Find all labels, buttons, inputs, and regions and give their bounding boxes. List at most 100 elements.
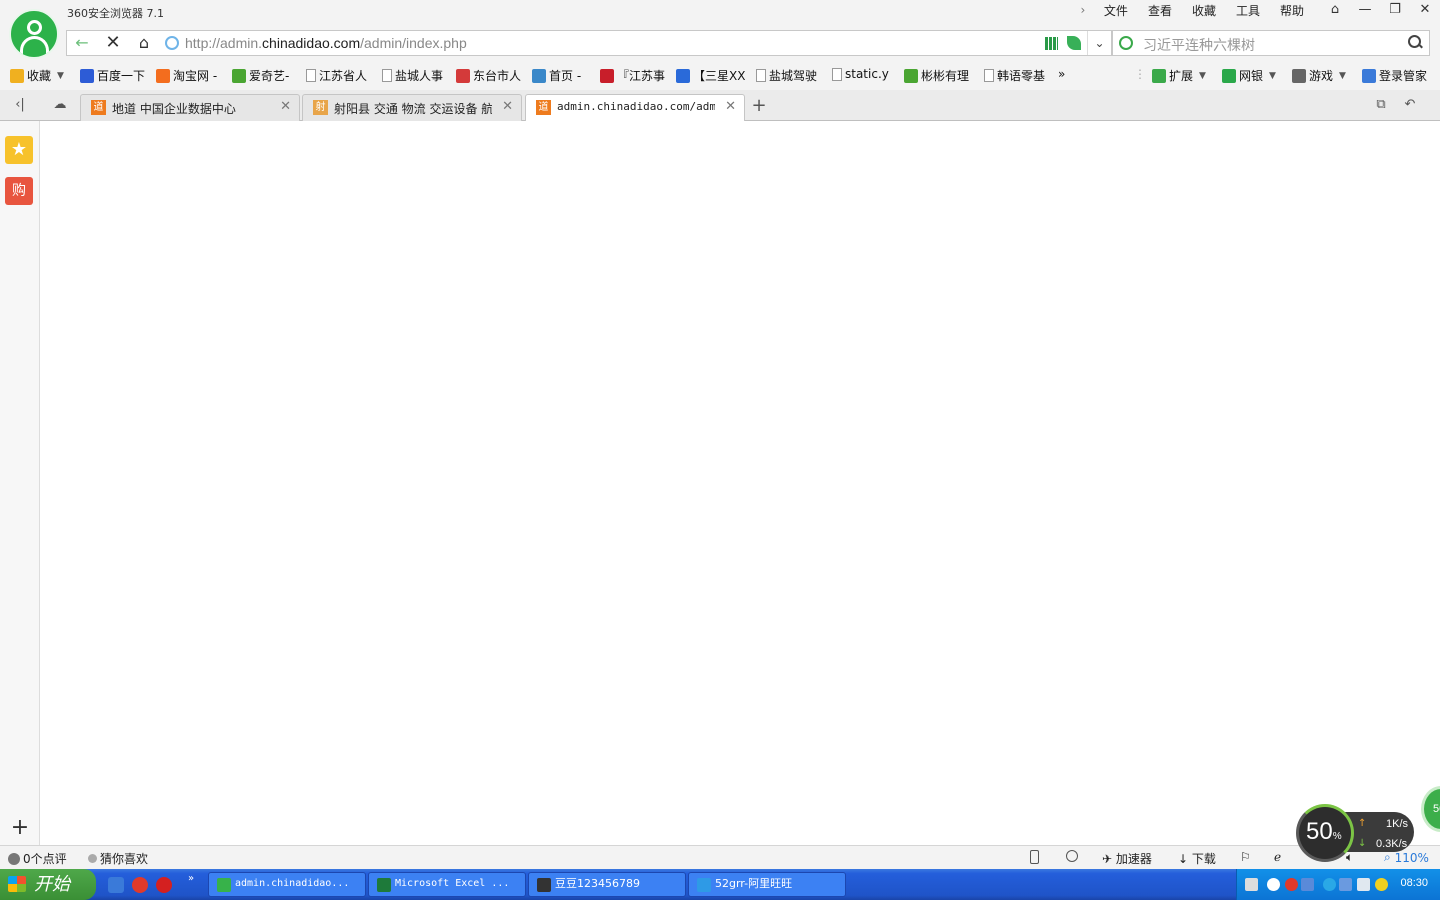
bookmark-item[interactable]: 盐城驾驶 <box>756 67 817 84</box>
iqiyi-icon <box>232 68 246 83</box>
security-tray-icon[interactable] <box>1375 878 1388 891</box>
bookmark-item[interactable]: 东台市人 <box>456 67 521 84</box>
menu-file[interactable]: 文件 <box>1094 3 1138 19</box>
favorites-star-icon[interactable]: ★ <box>5 136 33 164</box>
ie-quicklaunch-icon[interactable] <box>108 877 124 893</box>
flash-quicklaunch-icon[interactable] <box>156 877 172 893</box>
task-app-icon <box>377 878 391 892</box>
tab-favicon: 射 <box>313 100 328 115</box>
url-dropdown-button[interactable]: ⌄ <box>1087 31 1111 55</box>
back-arrow-icon[interactable]: ← <box>67 31 97 55</box>
bookmark-item[interactable]: 爱奇艺- <box>232 67 289 84</box>
caret-down-icon[interactable]: ▼ <box>1199 71 1206 81</box>
system-tray: 08:30 <box>1236 869 1440 900</box>
more-bookmarks-icon[interactable]: » <box>1058 67 1065 81</box>
user-avatar[interactable] <box>9 9 59 59</box>
qr-code-icon[interactable] <box>1045 37 1058 50</box>
search-box: 习近平连种六棵树 <box>1112 30 1430 56</box>
task-app-icon <box>537 878 551 892</box>
undo-close-tab-icon[interactable]: ↶ <box>1400 96 1420 114</box>
cloud-tabs-icon[interactable]: ☁ <box>50 96 70 114</box>
keyboard-icon[interactable] <box>1245 878 1258 891</box>
caret-down-icon[interactable]: ▼ <box>1339 71 1346 81</box>
qq-tray-icon[interactable] <box>1285 878 1298 891</box>
speedup-icon[interactable] <box>1066 850 1082 862</box>
taskmgr-tray-icon[interactable] <box>1357 878 1370 891</box>
tab-close-icon[interactable]: ✕ <box>725 99 736 114</box>
bookmark-item[interactable]: 韩语零基 <box>984 67 1045 84</box>
guess-item[interactable]: 猜你喜欢 <box>88 850 148 867</box>
taskbar-task[interactable]: admin.chinadidao... <box>208 872 366 897</box>
tab-title: 射阳县 交通 物流 交运设备 航 <box>334 102 492 116</box>
tab-close-icon[interactable]: ✕ <box>502 99 513 114</box>
ie-icon[interactable]: ℯ <box>1274 850 1281 864</box>
comments-item[interactable]: 0个点评 <box>8 850 67 867</box>
tray-expand-icon[interactable] <box>1267 878 1280 891</box>
flag-icon[interactable]: ⚐ <box>1240 850 1251 864</box>
menu-view[interactable]: 查看 <box>1138 3 1182 19</box>
bookmark-item[interactable]: 【三星XX <box>676 67 745 84</box>
minimize-button[interactable]: — <box>1350 0 1380 22</box>
url-input[interactable]: http://admin.chinadidao.com/admin/index.… <box>185 35 467 51</box>
taskbar-task[interactable]: 52grr-阿里旺旺 <box>688 872 846 897</box>
taskbar-task[interactable]: 豆豆123456789 <box>528 872 686 897</box>
skin-shirt-icon[interactable]: ⌂ <box>1320 0 1350 22</box>
caret-down-icon[interactable]: ▼ <box>1269 71 1276 81</box>
compat-mode-leaf-icon[interactable] <box>1067 36 1081 50</box>
display-tray-icon[interactable] <box>1339 878 1352 891</box>
tab-close-icon[interactable]: ✕ <box>280 99 291 114</box>
task-app-icon <box>697 878 711 892</box>
network-speed-widget[interactable]: 50% ↑ 1K/s ↓ 0.3K/s <box>1296 800 1416 862</box>
chevron-right-icon[interactable]: › <box>1072 3 1094 19</box>
toolbar-label: 登录管家 <box>1379 69 1428 83</box>
toolbar-item[interactable]: 扩展 ▼ <box>1152 67 1206 84</box>
bookmark-item[interactable]: 『江苏事 <box>600 67 665 84</box>
bookmark-item[interactable]: 江苏省人 <box>306 67 367 84</box>
search-icon[interactable] <box>1407 34 1423 50</box>
task-label: admin.chinadidao... <box>235 878 350 889</box>
toolbar-item[interactable]: 网银 ▼ <box>1222 67 1276 84</box>
restore-window-icon[interactable]: ⧉ <box>1371 96 1391 114</box>
bookmark-item[interactable]: 淘宝网 - <box>156 67 217 84</box>
wangwang-tray-icon[interactable] <box>1323 878 1336 891</box>
bookmark-item[interactable]: static.y <box>832 67 889 81</box>
shopping-icon[interactable]: 购 <box>5 177 33 205</box>
network-tray-icon[interactable] <box>1301 878 1314 891</box>
stop-x-icon[interactable]: ✕ <box>98 31 128 55</box>
qq-quicklaunch-icon[interactable] <box>132 877 148 893</box>
mobile-icon[interactable] <box>1030 850 1043 864</box>
menu-tools[interactable]: 工具 <box>1226 3 1270 19</box>
caret-down-icon[interactable]: ▼ <box>57 71 64 81</box>
tab-admin[interactable]: 道 admin.chinadidao.com/admin/i ✕ <box>525 94 745 122</box>
sidebar: ★ 购 + <box>0 121 40 845</box>
toolbar-item[interactable]: 登录管家 <box>1362 67 1427 84</box>
sidebar-add-icon[interactable]: + <box>10 817 30 839</box>
search-engine-icon[interactable] <box>1119 36 1133 50</box>
accelerator-item[interactable]: ✈ 加速器 <box>1102 850 1152 867</box>
tab-sheyang[interactable]: 射 射阳县 交通 物流 交运设备 航 ✕ <box>302 94 522 121</box>
toolbar-item[interactable]: 游戏 ▼ <box>1292 67 1346 84</box>
restore-button[interactable]: ❐ <box>1380 0 1410 22</box>
home-icon[interactable]: ⌂ <box>129 31 159 55</box>
comments-label: 0个点评 <box>23 852 67 866</box>
globe-icon <box>165 36 179 50</box>
bookmark-item[interactable]: 彬彬有理 <box>904 67 969 84</box>
more-quicklaunch-icon[interactable]: » <box>188 873 198 889</box>
download-item[interactable]: ↓ 下载 <box>1178 850 1216 867</box>
address-box: ← ✕ ⌂ http://admin.chinadidao.com/admin/… <box>66 30 1112 56</box>
tab-didao[interactable]: 道 地道 中国企业数据中心 ✕ <box>80 94 300 121</box>
bookmark-item[interactable]: 盐城人事 <box>382 67 443 84</box>
new-tab-button[interactable]: + <box>748 96 770 116</box>
menu-help[interactable]: 帮助 <box>1270 3 1314 19</box>
bookmark-item[interactable]: 百度一下 <box>80 67 145 84</box>
start-button[interactable]: 开始 <box>0 869 96 900</box>
bookmark-item[interactable]: 首页 - <box>532 67 581 84</box>
tab-bar: ‹| ☁ 道 地道 中国企业数据中心 ✕ 射 射阳县 交通 物流 交运设备 航 … <box>0 90 1440 122</box>
menu-favorites[interactable]: 收藏 <box>1182 3 1226 19</box>
bookmark-item[interactable]: 收藏 ▼ <box>10 67 64 84</box>
close-button[interactable]: ✕ <box>1410 0 1440 22</box>
search-input[interactable]: 习近平连种六棵树 <box>1143 35 1255 55</box>
taskbar-task[interactable]: Microsoft Excel ... <box>368 872 526 897</box>
bookmark-label: 【三星XX <box>693 69 746 83</box>
tab-list-back-icon[interactable]: ‹| <box>10 96 30 114</box>
